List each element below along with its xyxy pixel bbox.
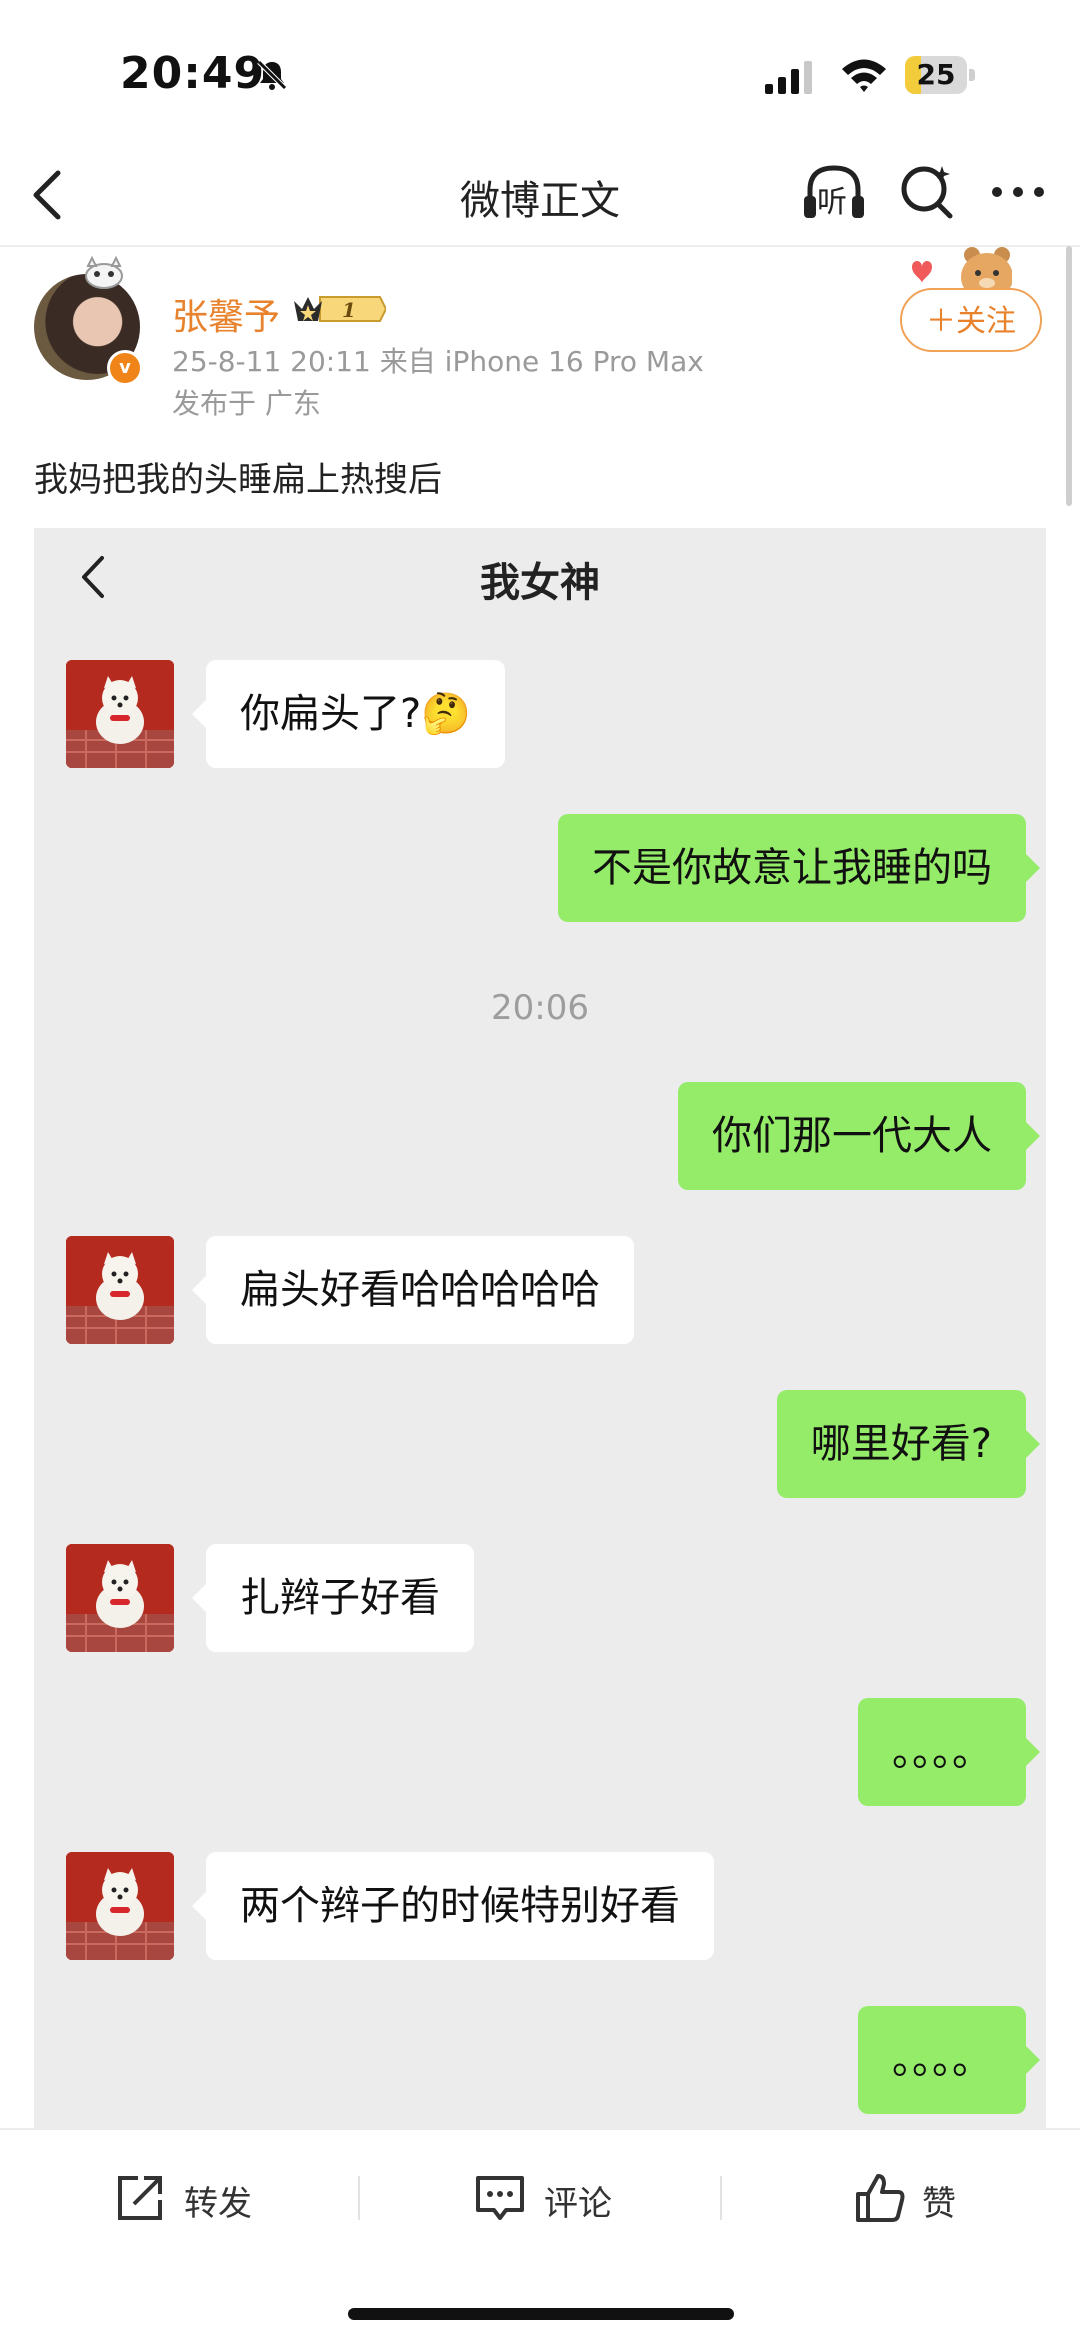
home-indicator[interactable] (348, 2308, 734, 2320)
battery-level: 25 (916, 58, 956, 91)
chat-bubble-left: 扁头好看哈哈哈哈哈 (192, 1236, 634, 1344)
verified-badge-icon: v (107, 350, 143, 386)
dog-avatar-icon (66, 1852, 174, 1960)
vip-crown-badge-icon: 1 (294, 296, 386, 322)
comment-label: 评论 (544, 2184, 612, 2224)
chat-bubble-left: 两个辫子的时候特别好看 (192, 1852, 714, 1960)
action-separator (720, 2176, 722, 2220)
comment-icon (476, 2176, 524, 2220)
chat-bubble-right: 。。。。 (858, 1698, 1040, 1806)
chat-bubble-right: 你们那一代大人 (678, 1082, 1040, 1190)
cellular-signal-icon (765, 61, 812, 94)
scrollbar[interactable] (1066, 246, 1072, 506)
dog-avatar-icon (66, 660, 174, 768)
chat-time-divider: 20:06 (491, 988, 589, 1028)
thumbs-up-icon (856, 2174, 905, 2222)
like-label: 赞 (922, 2184, 956, 2224)
chat-avatar-dog (66, 1236, 174, 1344)
avatar-pendant-icon (85, 256, 123, 289)
repost-button[interactable]: 转发 (112, 2170, 282, 2226)
like-button[interactable]: 赞 (852, 2170, 992, 2226)
comment-button[interactable]: 评论 (472, 2170, 642, 2226)
dog-avatar-icon (66, 1544, 174, 1652)
listen-button[interactable]: 听 (800, 160, 868, 224)
chat-bubble-right: 哪里好看? (776, 1390, 1041, 1498)
chat-bubble-left: 你扁头了?🤔 (191, 660, 506, 768)
chat-avatar-dog (66, 1544, 174, 1652)
vip-level: 1 (342, 298, 356, 322)
post-text: 我妈把我的头睡扁上热搜后 (34, 460, 442, 500)
chat-title: 我女神 (480, 560, 600, 606)
wifi-icon (842, 59, 886, 92)
search-icon[interactable] (898, 162, 956, 222)
chat-bubble-left: 扎辫子好看 (192, 1544, 474, 1652)
dog-avatar-icon (66, 1236, 174, 1344)
author-name[interactable]: 张馨予 (172, 288, 280, 340)
bell-muted-icon (257, 60, 287, 90)
chat-avatar-dog (66, 1852, 174, 1960)
listen-label: 听 (817, 185, 847, 220)
action-separator (358, 2176, 360, 2220)
post-location: 发布于 广东 (172, 387, 321, 420)
repost-label: 转发 (184, 2184, 252, 2224)
post-meta: 25-8-11 20:11 来自 iPhone 16 Pro Max (172, 345, 704, 378)
repost-icon (118, 2176, 162, 2220)
chat-avatar-dog (66, 660, 174, 768)
follow-button[interactable]: ＋关注 (900, 288, 1042, 352)
more-options-icon[interactable] (990, 185, 1046, 199)
chat-bubble-right: 。。。。 (858, 2006, 1040, 2114)
chat-bubble-right: 不是你故意让我睡的吗 (558, 814, 1040, 922)
status-time: 20:49 (120, 48, 266, 99)
battery-indicator: 25 (905, 56, 975, 94)
bottom-divider (0, 2128, 1080, 2130)
